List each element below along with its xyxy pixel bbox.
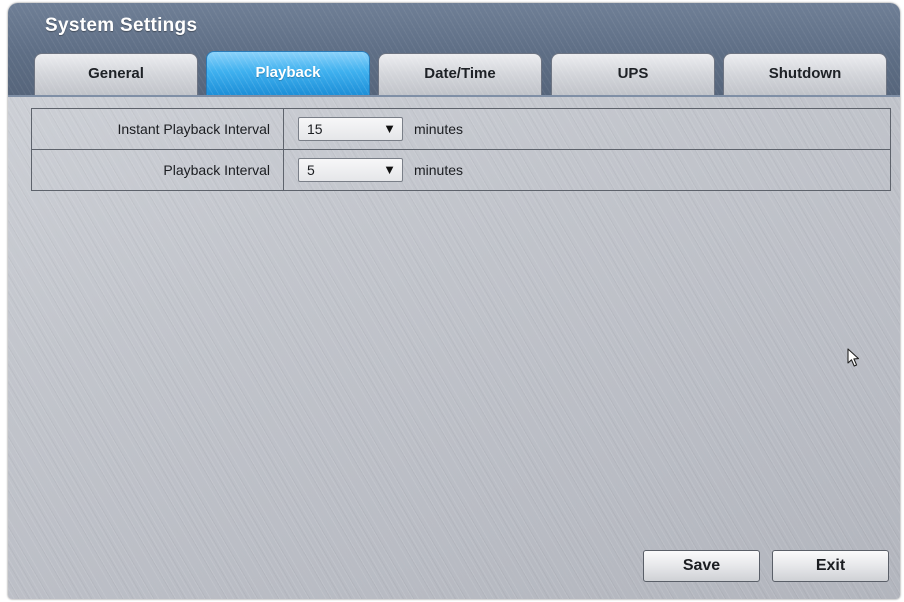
tab-general[interactable]: General [34, 53, 198, 95]
exit-button[interactable]: Exit [772, 550, 889, 582]
mouse-pointer-icon [847, 348, 860, 367]
triangle-down-icon: ▼ [383, 121, 396, 136]
tab-date-time[interactable]: Date/Time [378, 53, 542, 95]
playback-interval-value-cell: 5 ▼ minutes [284, 150, 890, 190]
instant-playback-interval-unit: minutes [414, 121, 464, 137]
instant-playback-interval-value-cell: 15 ▼ minutes [284, 109, 890, 149]
playback-interval-selected-value: 5 [307, 162, 315, 178]
save-button[interactable]: Save [643, 550, 760, 582]
instant-playback-interval-selected-value: 15 [307, 121, 323, 137]
tab-playback[interactable]: Playback [206, 51, 370, 95]
settings-row-playback-interval: Playback Interval 5 ▼ minutes [32, 150, 890, 190]
instant-playback-interval-select[interactable]: 15 ▼ [298, 117, 403, 141]
title-bar: System Settings General Playback Date/Ti… [8, 3, 900, 97]
system-settings-window: System Settings General Playback Date/Ti… [8, 3, 900, 599]
instant-playback-interval-label: Instant Playback Interval [32, 109, 284, 149]
window-title: System Settings [45, 15, 198, 36]
playback-settings-table: Instant Playback Interval 15 ▼ minutes P… [31, 108, 891, 191]
triangle-down-icon: ▼ [383, 162, 396, 177]
tab-ups[interactable]: UPS [551, 53, 715, 95]
playback-interval-select[interactable]: 5 ▼ [298, 158, 403, 182]
playback-interval-label: Playback Interval [32, 150, 284, 190]
tab-shutdown[interactable]: Shutdown [723, 53, 887, 95]
settings-row-instant-playback-interval: Instant Playback Interval 15 ▼ minutes [32, 109, 890, 150]
playback-interval-unit: minutes [414, 162, 464, 178]
